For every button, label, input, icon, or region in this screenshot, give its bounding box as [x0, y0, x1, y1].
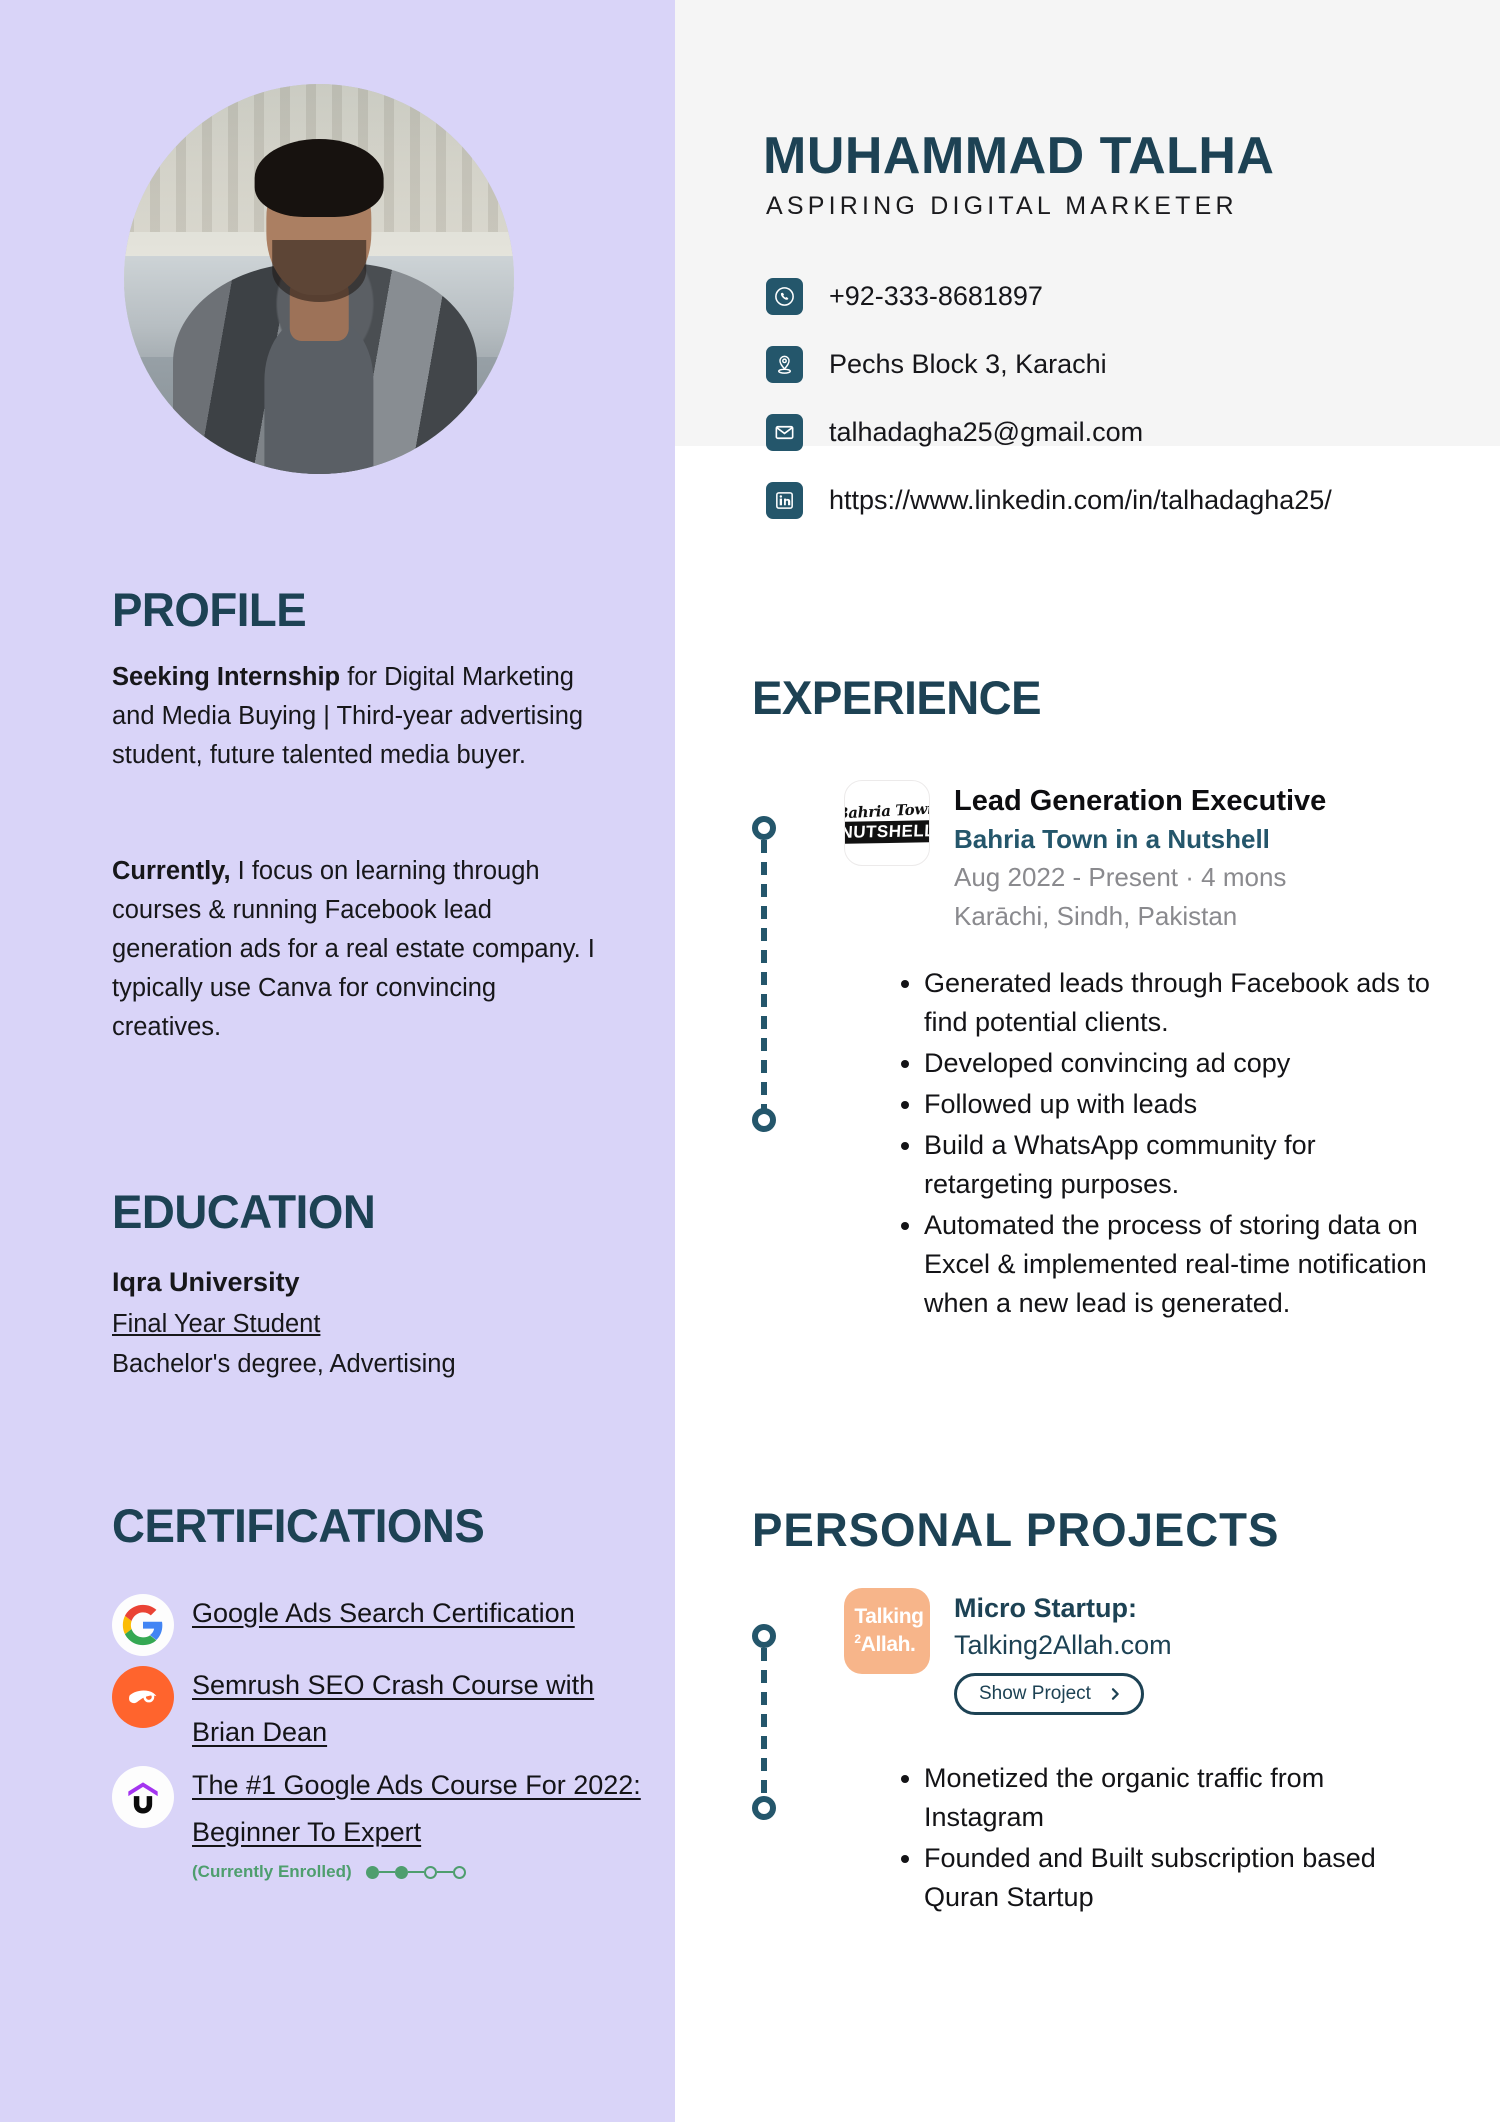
experience-entry: Bahria Town NUTSHELL Lead Generation Exe…: [752, 780, 1452, 1325]
project-entry-head: Talking 2Allah. Micro Startup: Talking2A…: [844, 1588, 1452, 1715]
google-logo-icon: [112, 1594, 174, 1656]
progress-dot-empty: [423, 1865, 437, 1879]
timeline-marker-end: [752, 1796, 776, 1820]
phone-icon: [766, 277, 803, 315]
chevron-right-icon: [1111, 1688, 1119, 1700]
talking2allah-logo-icon: Talking 2Allah.: [844, 1588, 930, 1674]
education-school: Iqra University: [112, 1267, 300, 1297]
contact-row-location[interactable]: Pechs Block 3, Karachi: [766, 330, 1332, 398]
location-pin-icon: [766, 345, 803, 383]
list-item: Developed convincing ad copy: [924, 1044, 1442, 1083]
job-dates: Aug 2022 - Present · 4 mons: [954, 862, 1287, 892]
timeline-marker-end: [752, 1108, 776, 1132]
experience-bullets: Generated leads through Facebook ads to …: [902, 964, 1442, 1323]
certification-title[interactable]: Google Ads Search Certification: [192, 1590, 575, 1637]
job-location: Karāchi, Sindh, Pakistan: [954, 901, 1238, 931]
list-item[interactable]: The #1 Google Ads Course For 2022: Begin…: [112, 1762, 642, 1856]
status-badge: (Currently Enrolled): [192, 1862, 352, 1881]
linkedin-icon: [766, 481, 803, 519]
projects-heading: PERSONAL PROJECTS: [752, 1503, 1280, 1556]
progress-dot-filled: [394, 1865, 408, 1879]
profile-p2-bold: Currently,: [112, 857, 231, 885]
timeline-line: [761, 840, 767, 1110]
timeline-line: [761, 1648, 767, 1798]
project-meta: Micro Startup: Talking2Allah.com Show Pr…: [954, 1588, 1172, 1715]
list-item: Founded and Built subscription based Qur…: [924, 1839, 1442, 1917]
profile-heading: PROFILE: [112, 583, 307, 636]
certification-title[interactable]: Semrush SEO Crash Course with Brian Dean: [192, 1662, 642, 1756]
profile-paragraph-1: Seeking Internship for Digital Marketing…: [112, 658, 612, 775]
education-heading: EDUCATION: [112, 1185, 376, 1238]
contact-value-linkedin[interactable]: https://www.linkedin.com/in/talhadagha25…: [829, 485, 1332, 516]
logo-line-1: Bahria Town: [844, 798, 930, 823]
profile-paragraph-2: Currently, I focus on learning through c…: [112, 852, 612, 1047]
experience-entry-head: Bahria Town NUTSHELL Lead Generation Exe…: [844, 780, 1452, 936]
progress-connector: [407, 1870, 424, 1874]
list-item: Monetized the organic traffic from Insta…: [924, 1759, 1442, 1837]
certifications-list: Google Ads Search Certification Semrush …: [112, 1590, 642, 1882]
job-title: Lead Generation Executive: [954, 785, 1327, 817]
resume-page: PROFILE Seeking Internship for Digital M…: [0, 0, 1500, 2122]
avatar: [124, 84, 514, 474]
progress-connector: [378, 1870, 395, 1874]
udemy-logo-icon: [112, 1766, 174, 1828]
project-title: Micro Startup:: [954, 1593, 1138, 1623]
logo-line-2: NUTSHELL: [845, 819, 929, 844]
project-url[interactable]: Talking2Allah.com: [954, 1626, 1172, 1664]
list-item: Build a WhatsApp community for retargeti…: [924, 1126, 1442, 1204]
list-item[interactable]: Semrush SEO Crash Course with Brian Dean: [112, 1662, 642, 1756]
contact-value-email[interactable]: talhadagha25@gmail.com: [829, 417, 1143, 448]
progress-connector: [436, 1870, 453, 1874]
contact-value-location[interactable]: Pechs Block 3, Karachi: [829, 349, 1107, 380]
certification-title[interactable]: The #1 Google Ads Course For 2022: Begin…: [192, 1762, 642, 1856]
portrait-photo: [124, 84, 514, 474]
progress-dot-filled: [365, 1865, 379, 1879]
contact-row-linkedin[interactable]: https://www.linkedin.com/in/talhadagha25…: [766, 466, 1332, 534]
list-item: Automated the process of storing data on…: [924, 1206, 1442, 1323]
show-project-button[interactable]: Show Project: [954, 1673, 1144, 1715]
certifications-heading: CERTIFICATIONS: [112, 1499, 485, 1552]
list-item: Followed up with leads: [924, 1085, 1442, 1124]
show-project-label: Show Project: [979, 1683, 1091, 1704]
enrollment-status-row: (Currently Enrolled): [192, 1862, 642, 1882]
project-entry: Talking 2Allah. Micro Startup: Talking2A…: [752, 1588, 1452, 1919]
list-item[interactable]: Google Ads Search Certification: [112, 1590, 642, 1656]
experience-heading: EXPERIENCE: [752, 671, 1042, 724]
contact-row-phone[interactable]: +92-333-8681897: [766, 262, 1332, 330]
experience-meta: Lead Generation Executive Bahria Town in…: [954, 780, 1326, 936]
semrush-logo-icon: [112, 1666, 174, 1728]
page-subtitle: ASPIRING DIGITAL MARKETER: [766, 192, 1238, 220]
sidebar: PROFILE Seeking Internship for Digital M…: [0, 0, 675, 2122]
contact-value-phone[interactable]: +92-333-8681897: [829, 281, 1043, 312]
timeline-marker-start: [752, 1624, 776, 1648]
profile-p1-bold: Seeking Internship: [112, 663, 341, 691]
timeline-marker-start: [752, 816, 776, 840]
education-degree: Bachelor's degree, Advertising: [112, 1350, 456, 1378]
contact-row-email[interactable]: talhadagha25@gmail.com: [766, 398, 1332, 466]
company-name: Bahria Town in a Nutshell: [954, 824, 1270, 854]
logo-line-2: Allah.: [860, 1633, 916, 1656]
education-status: Final Year Student: [112, 1310, 321, 1338]
list-item: Generated leads through Facebook ads to …: [924, 964, 1442, 1042]
bahria-town-logo-icon: Bahria Town NUTSHELL: [844, 780, 930, 866]
email-icon: [766, 413, 803, 451]
logo-line-1: Talking: [854, 1605, 924, 1628]
page-title: MUHAMMAD TALHA: [763, 127, 1275, 185]
progress-dots: [365, 1865, 466, 1879]
contact-list: +92-333-8681897 Pechs Block 3, Karachi t…: [766, 262, 1332, 534]
project-bullets: Monetized the organic traffic from Insta…: [902, 1759, 1442, 1917]
progress-dot-empty: [452, 1865, 466, 1879]
